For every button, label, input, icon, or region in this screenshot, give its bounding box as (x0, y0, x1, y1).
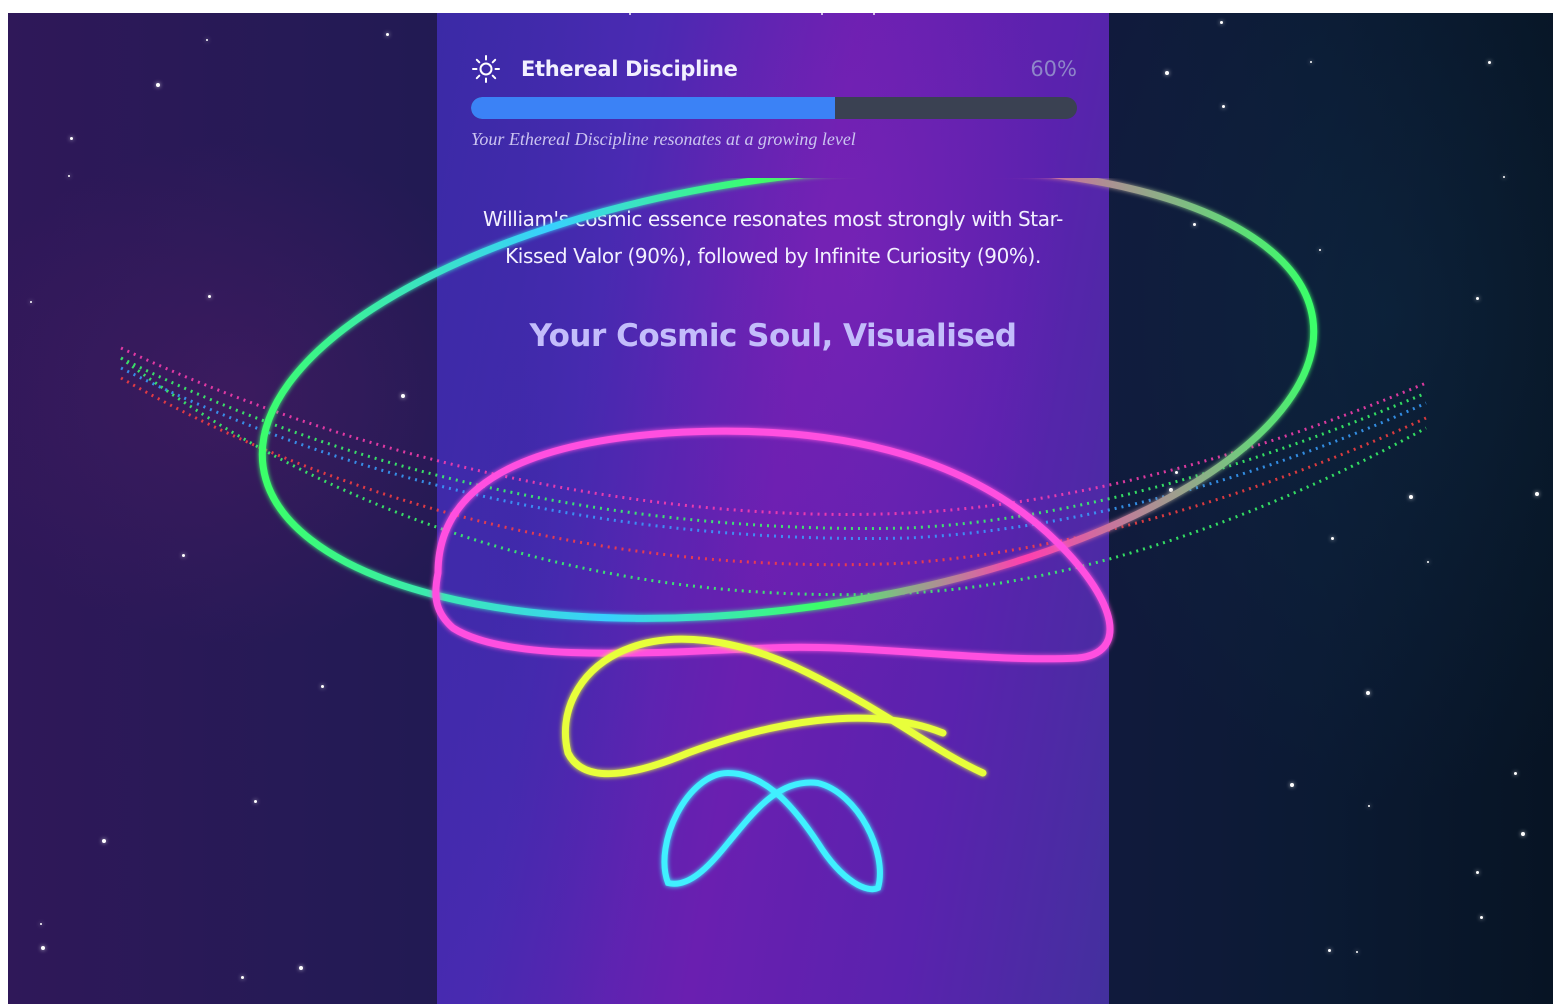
cosmic-soul-page: Ethereal Discipline 60% Your Ethereal Di… (8, 13, 1553, 1004)
results-panel: Ethereal Discipline 60% Your Ethereal Di… (437, 13, 1109, 1004)
cut-off-text-line (437, 13, 1109, 17)
star (41, 946, 45, 950)
star (321, 685, 324, 688)
trait-progress-bar (471, 97, 1077, 119)
trait-progress-fill (471, 97, 835, 119)
star (102, 839, 106, 843)
star (1331, 537, 1334, 540)
essence-summary: William's cosmic essence resonates most … (483, 207, 1063, 268)
star (1476, 871, 1479, 874)
star (1409, 495, 1413, 499)
soul-visual-heading: Your Cosmic Soul, Visualised (529, 318, 1017, 354)
star (1222, 105, 1225, 108)
star (182, 554, 185, 557)
trait-name: Ethereal Discipline (521, 57, 738, 81)
star (70, 137, 73, 140)
star (1165, 71, 1169, 75)
star (1193, 223, 1196, 226)
star (1356, 951, 1358, 953)
star (1368, 805, 1370, 807)
star (30, 301, 32, 303)
star (1488, 61, 1491, 64)
star (386, 33, 389, 36)
star (40, 923, 42, 925)
panel-sheen (437, 13, 1109, 1004)
star (1290, 783, 1294, 787)
star (299, 966, 303, 970)
trait-title: Ethereal Discipline (471, 54, 738, 84)
star (1427, 561, 1429, 563)
trait-percent: 60% (1030, 57, 1077, 81)
trait-description: Your Ethereal Discipline resonates at a … (471, 129, 856, 149)
star (254, 800, 257, 803)
star (1521, 832, 1525, 836)
star (68, 175, 70, 177)
star (1503, 176, 1505, 178)
star (208, 295, 211, 298)
star (206, 39, 208, 41)
star (1328, 949, 1331, 952)
star (401, 394, 405, 398)
star (1175, 471, 1178, 474)
star (156, 83, 160, 87)
star (1535, 492, 1539, 496)
star (241, 976, 244, 979)
sun-icon (472, 55, 500, 83)
star (1514, 772, 1517, 775)
star (1476, 297, 1479, 300)
star (1310, 61, 1312, 63)
star (1220, 21, 1223, 24)
star (1319, 249, 1321, 251)
trait-header: Ethereal Discipline 60% (471, 51, 1077, 87)
trait-meter-ethereal-discipline: Ethereal Discipline 60% Your Ethereal Di… (471, 51, 1077, 150)
star (1480, 916, 1483, 919)
star (1169, 488, 1173, 492)
star (1366, 691, 1370, 695)
